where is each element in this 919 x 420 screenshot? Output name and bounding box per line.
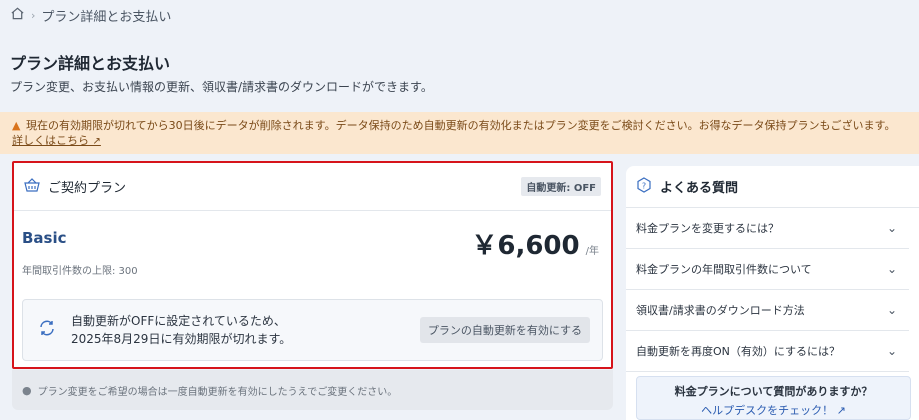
plan-change-note-text: プラン変更をご希望の場合は一度自動更新を有効にしたうえでご変更ください。 [37, 386, 398, 398]
auto-renew-status-badge: 自動更新: OFF [521, 177, 601, 196]
plan-transaction-limit: 年間取引件数の上限: 300 [22, 266, 138, 277]
current-plan-card: ご契約プラン 自動更新: OFF Basic ￥6,600 /年 年間取引件数の… [12, 161, 613, 369]
page-description: プラン変更、お支払い情報の更新、領収書/請求書のダウンロードができます。 [10, 80, 433, 94]
svg-text:?: ? [642, 181, 646, 190]
auto-renew-notice-text: 自動更新がOFFに設定されているため、 2025年8月29日に有効期限が切れます… [71, 314, 292, 346]
plan-price-unit: /年 [585, 246, 599, 257]
enable-auto-renew-button[interactable]: プランの自動更新を有効にする [419, 317, 590, 343]
chevron-down-icon: ⌄ [886, 221, 897, 235]
plan-price: ￥6,600 /年 [471, 225, 599, 262]
plan-change-note: ● プラン変更をご希望の場合は一度自動更新を有効にしたうえでご変更ください。 [12, 370, 613, 410]
plan-price-value: ￥6,600 [471, 231, 580, 261]
helpdesk-box: 料金プランについて質問がありますか？ ヘルプデスクをチェック！ ↗ [636, 376, 911, 420]
external-link-icon: ↗ [836, 404, 846, 417]
page-title: プラン詳細とお支払い [10, 54, 171, 73]
faq-item-reenable-auto-renew[interactable]: 自動更新を再度ON（有効）にするには？ ⌄ [626, 331, 909, 372]
plan-name: Basic [22, 229, 67, 247]
chevron-down-icon: ⌄ [886, 303, 897, 317]
warning-details-link[interactable]: 詳しくはこちら ↗ [12, 134, 101, 147]
faq-panel: ? よくある質問 料金プランを変更するには？ ⌄ 料金プランの年間取引件数につい… [626, 166, 919, 420]
warning-icon: ▲ [12, 119, 21, 132]
home-icon[interactable] [10, 6, 25, 25]
plan-card-header: ご契約プラン 自動更新: OFF [14, 163, 611, 211]
breadcrumb-current: プラン詳細とお支払い [41, 9, 172, 25]
breadcrumb: › プラン詳細とお支払い [10, 5, 171, 25]
external-link-icon: ↗ [92, 136, 101, 147]
helpdesk-question: 料金プランについて質問がありますか？ [674, 385, 873, 398]
auto-renew-notice: 自動更新がOFFに設定されているため、 2025年8月29日に有効期限が切れます… [22, 299, 603, 361]
sync-icon [35, 319, 59, 341]
helpdesk-link[interactable]: ヘルプデスクをチェック！ ↗ [637, 402, 910, 418]
chevron-down-icon: ⌄ [886, 344, 897, 358]
info-icon: ● [22, 383, 32, 397]
faq-item-download-receipt[interactable]: 領収書/請求書のダウンロード方法 ⌄ [626, 290, 909, 331]
warning-text: 現在の有効期限が切れてから30日後にデータが削除されます。データ保持のため自動更… [26, 119, 896, 132]
plan-card-title: ご契約プラン [48, 181, 127, 196]
faq-title: よくある質問 [660, 181, 739, 196]
faq-header: ? よくある質問 [626, 166, 919, 208]
faq-item-transaction-limit[interactable]: 料金プランの年間取引件数について ⌄ [626, 249, 909, 290]
data-deletion-warning: ▲ 現在の有効期限が切れてから30日後にデータが削除されます。データ保持のため自動… [0, 112, 919, 154]
basket-icon [24, 177, 42, 196]
breadcrumb-separator: › [31, 8, 36, 22]
faq-item-change-plan[interactable]: 料金プランを変更するには？ ⌄ [626, 208, 909, 249]
chevron-down-icon: ⌄ [886, 262, 897, 276]
question-icon: ? [636, 176, 654, 197]
